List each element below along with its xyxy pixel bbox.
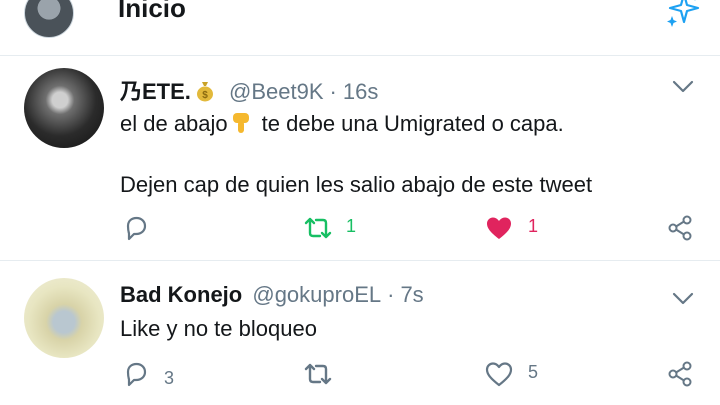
like-count: 1 bbox=[528, 216, 539, 236]
retweet-icon bbox=[304, 217, 332, 239]
reply-icon bbox=[126, 216, 147, 241]
heart-outline-icon bbox=[485, 362, 513, 387]
retweet-icon bbox=[304, 363, 332, 385]
separator: · bbox=[387, 282, 395, 307]
chevron-down-icon[interactable] bbox=[672, 80, 694, 94]
user-handle[interactable]: @Beet9K bbox=[229, 79, 324, 104]
profile-avatar[interactable] bbox=[24, 0, 74, 38]
like-button[interactable]: 1 bbox=[484, 214, 544, 242]
timestamp[interactable]: 7s bbox=[400, 282, 423, 307]
tweet-meta: 乃ETE. $ @Beet9K · 16s bbox=[120, 74, 378, 106]
tweet-text-line: Dejen cap de quien les salio abajo de es… bbox=[120, 172, 593, 197]
top-header: Inicio bbox=[0, 0, 720, 56]
share-button[interactable] bbox=[666, 214, 696, 242]
tweet-meta: Bad Konejo @gokuproEL · 7s bbox=[120, 282, 424, 308]
tweet[interactable]: Bad Konejo @gokuproEL · 7s Like y no te bl… bbox=[0, 262, 720, 405]
timestamp[interactable]: 16s bbox=[343, 79, 378, 104]
display-name[interactable]: Bad Konejo bbox=[120, 282, 242, 307]
page-title: Inicio bbox=[118, 0, 186, 23]
chevron-down-icon[interactable] bbox=[672, 292, 694, 306]
share-icon bbox=[668, 361, 692, 387]
reply-icon bbox=[126, 362, 147, 387]
like-button[interactable]: 5 bbox=[484, 360, 544, 388]
reply-button[interactable] bbox=[122, 214, 152, 242]
avatar[interactable] bbox=[24, 278, 104, 358]
heart-filled-icon bbox=[487, 217, 511, 239]
share-icon bbox=[668, 215, 692, 241]
like-count: 5 bbox=[528, 362, 539, 382]
tweet-text: el de abajo bbox=[120, 111, 228, 136]
retweet-button[interactable]: 1 bbox=[302, 214, 362, 242]
retweet-count: 1 bbox=[346, 216, 357, 236]
share-button[interactable] bbox=[666, 360, 696, 388]
tweet-text-line: Like y no te bloqueo bbox=[120, 316, 317, 341]
user-handle[interactable]: @gokuproEL bbox=[252, 282, 381, 307]
tweet-text: te debe una Umigrated o capa. bbox=[261, 111, 564, 136]
tweet-text-line: el de abajo te debe una Umigrated o capa… bbox=[120, 111, 564, 137]
reply-count: 3 bbox=[164, 368, 175, 388]
tweet[interactable]: 乃ETE. $ @Beet9K · 16s el de abajo te debe … bbox=[0, 56, 720, 261]
reply-button[interactable]: 3 bbox=[122, 360, 182, 388]
sparkle-icon[interactable] bbox=[662, 0, 702, 30]
retweet-button[interactable] bbox=[302, 360, 342, 388]
display-name[interactable]: 乃ETE. bbox=[120, 79, 191, 104]
money-bag-icon: $ bbox=[196, 82, 213, 102]
separator: · bbox=[329, 79, 337, 104]
svg-text:$: $ bbox=[202, 90, 208, 101]
avatar[interactable] bbox=[24, 68, 104, 148]
pointing-down-icon bbox=[232, 113, 249, 133]
